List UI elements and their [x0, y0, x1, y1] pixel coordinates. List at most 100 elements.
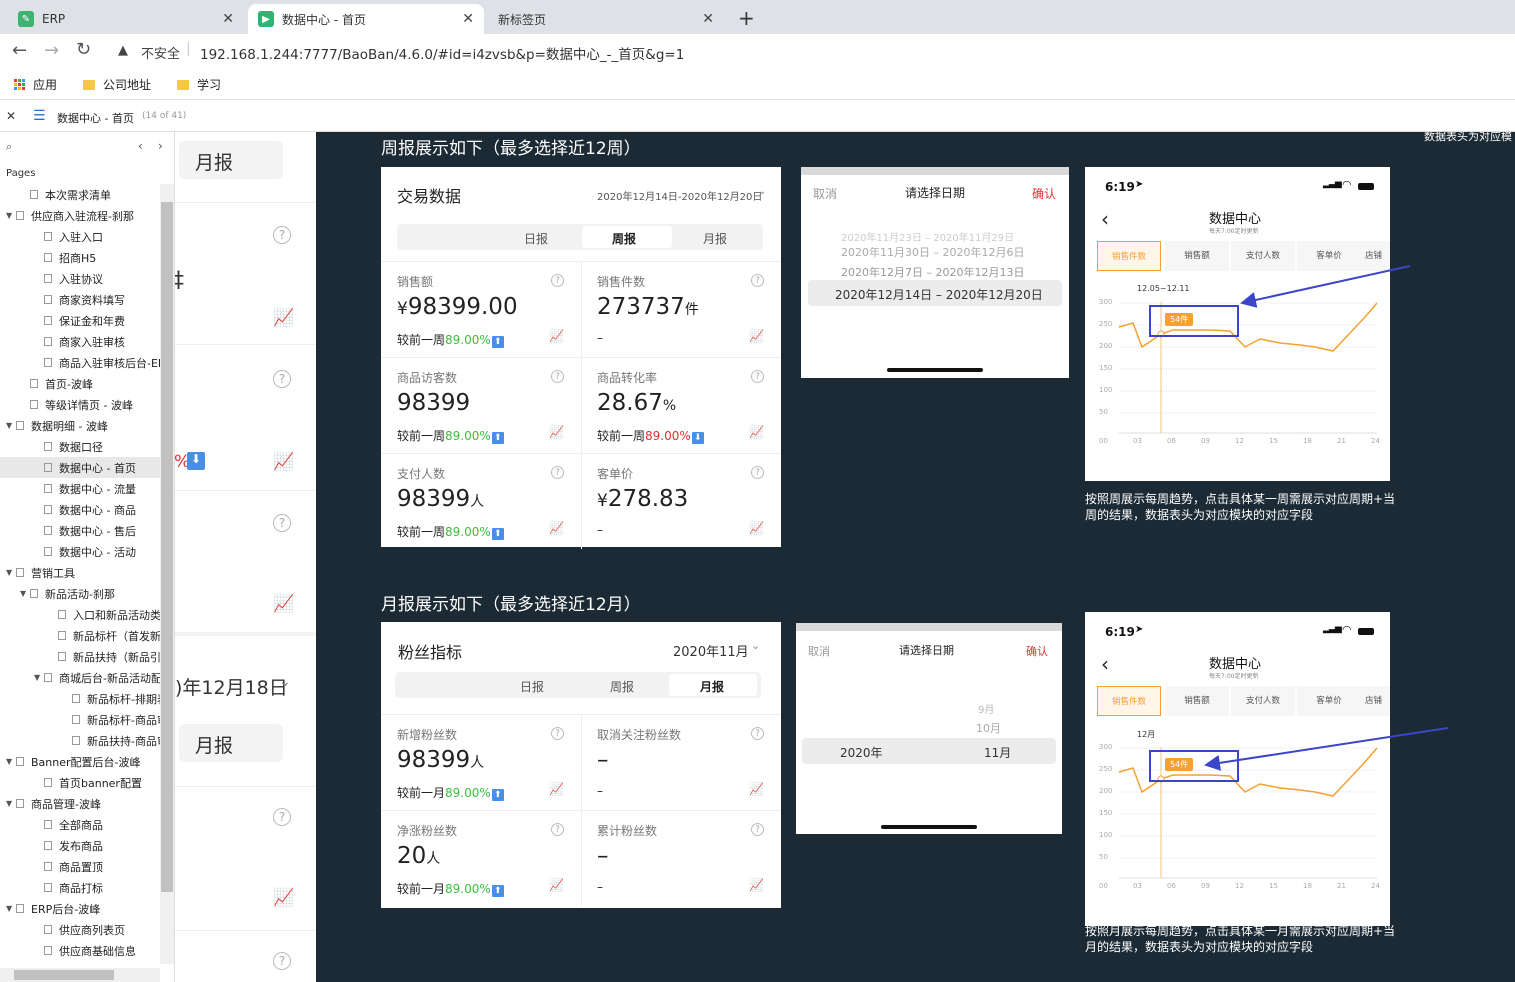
warning-icon[interactable]: ▲: [118, 43, 128, 58]
sidebar-page-item[interactable]: 数据中心 - 活动: [0, 541, 160, 562]
sidebar-scrollbar-thumb[interactable]: [161, 202, 173, 892]
month-report-button[interactable]: 月报: [179, 724, 283, 762]
sidebar-page-item[interactable]: 新品标杆-排期表: [0, 688, 160, 709]
page-label: 新品标杆（首发新品: [73, 629, 160, 643]
forward-arrow-icon[interactable]: →: [44, 40, 59, 61]
sidebar-page-item[interactable]: 发布商品: [0, 835, 160, 856]
sidebar-page-item[interactable]: 新品扶持-商品审核: [0, 730, 160, 751]
sidebar-page-item[interactable]: 首页-波峰: [0, 373, 160, 394]
sidebar-page-item[interactable]: 新品标杆-商品审核: [0, 709, 160, 730]
sidebar-page-item[interactable]: 供应商基础信息: [0, 940, 160, 961]
page-icon: [44, 673, 52, 682]
close-sidebar-icon[interactable]: ✕: [6, 109, 16, 123]
sidebar-scrollbar-track[interactable]: [160, 184, 174, 964]
search-icon[interactable]: ⌕: [6, 140, 12, 154]
expand-caret-icon[interactable]: ▼: [6, 904, 16, 913]
close-tab-icon[interactable]: ✕: [702, 11, 714, 27]
folder-icon: [177, 79, 190, 90]
browser-tab-new[interactable]: 新标签页 ✕: [488, 4, 724, 34]
sidebar-page-item[interactable]: 首页banner配置: [0, 772, 160, 793]
page-icon: [44, 232, 52, 241]
expand-caret-icon[interactable]: ▼: [6, 211, 16, 220]
menu-icon[interactable]: ☰: [33, 108, 46, 124]
sidebar-page-item[interactable]: 保证金和年费: [0, 310, 160, 331]
sidebar-page-item[interactable]: 等级详情页 - 波峰: [0, 394, 160, 415]
help-icon[interactable]: ?: [273, 952, 291, 970]
sidebar-page-item[interactable]: 招商H5: [0, 247, 160, 268]
chevron-down-icon[interactable]: ⌄: [279, 674, 291, 690]
bookmark-apps[interactable]: 应用: [14, 76, 57, 93]
expand-caret-icon[interactable]: ▼: [6, 757, 16, 766]
new-tab-plus-icon[interactable]: +: [738, 6, 755, 30]
browser-tab-data-center[interactable]: ▶ 数据中心 - 首页 ✕: [248, 4, 484, 34]
date-selector[interactable]: )年12月18日: [175, 673, 288, 700]
expand-caret-icon[interactable]: ▼: [6, 568, 16, 577]
month-report-button[interactable]: 月报: [179, 141, 283, 179]
help-icon[interactable]: ?: [273, 514, 291, 532]
reload-icon[interactable]: ↻: [76, 39, 91, 60]
page-icon: [16, 211, 24, 220]
text-fragment: ‡: [175, 268, 184, 293]
trend-chart-icon[interactable]: 📈: [273, 888, 294, 908]
sidebar-page-item[interactable]: 商家入驻审核: [0, 331, 160, 352]
sidebar-page-item[interactable]: 全部商品: [0, 814, 160, 835]
sidebar-page-item[interactable]: 商品入驻审核后台-ERP: [0, 352, 160, 373]
sidebar-page-item[interactable]: 入驻协议: [0, 268, 160, 289]
sidebar-page-item[interactable]: 入驻入口: [0, 226, 160, 247]
sidebar-page-item[interactable]: ▼ 商城后台-新品活动配: [0, 667, 160, 688]
page-preview-strip: 月报 ? ‡ 📈 ? % ⬇ 📈 ? 📈 )年12月18日 ⌄ 月报 ? 📈 ?: [175, 132, 316, 982]
sidebar-page-item[interactable]: ▼ 新品活动-刹那: [0, 583, 160, 604]
page-label: 营销工具: [31, 566, 75, 580]
browser-tab-bar: ✎ ERP ✕ ▶ 数据中心 - 首页 ✕ 新标签页 ✕ +: [0, 0, 1515, 34]
sidebar-page-item[interactable]: 入口和新品活动类型: [0, 604, 160, 625]
back-arrow-icon[interactable]: ←: [12, 40, 27, 61]
sidebar-hscroll-track[interactable]: [0, 968, 160, 982]
sidebar-page-item[interactable]: 数据中心 - 商品: [0, 499, 160, 520]
sidebar-page-item[interactable]: 数据中心 - 售后: [0, 520, 160, 541]
sidebar-page-item[interactable]: ▼ 营销工具: [0, 562, 160, 583]
trend-chart-icon[interactable]: 📈: [273, 308, 294, 328]
sidebar-page-item[interactable]: 数据中心 - 首页: [0, 457, 160, 478]
sidebar-page-item[interactable]: 新品标杆（首发新品: [0, 625, 160, 646]
sidebar-page-item[interactable]: 本次需求清单: [0, 184, 160, 205]
trend-chart-icon[interactable]: 📈: [273, 594, 294, 614]
sidebar-page-item[interactable]: ▼ ERP后台-波峰: [0, 898, 160, 919]
expand-caret-icon[interactable]: ▼: [6, 799, 16, 808]
bookmark-label: 应用: [33, 78, 58, 92]
sidebar-page-item[interactable]: ▼ 供应商入驻流程-刹那: [0, 205, 160, 226]
sidebar-page-item[interactable]: 商品置顶: [0, 856, 160, 877]
help-icon[interactable]: ?: [273, 808, 291, 826]
expand-caret-icon[interactable]: ▼: [20, 589, 30, 598]
page-icon: [72, 736, 80, 745]
sidebar-page-item[interactable]: 数据口径: [0, 436, 160, 457]
sidebar-page-item[interactable]: ▼ 商品管理-波峰: [0, 793, 160, 814]
sidebar-page-item[interactable]: ▼ 数据明细 - 波峰: [0, 415, 160, 436]
bookmark-study[interactable]: 学习: [165, 76, 221, 93]
help-icon[interactable]: ?: [273, 226, 291, 244]
chevron-left-icon[interactable]: ‹: [138, 139, 143, 153]
sidebar-page-item[interactable]: 新品扶持（新品引流: [0, 646, 160, 667]
chevron-right-icon[interactable]: ›: [158, 139, 163, 153]
page-icon: [30, 190, 38, 199]
browser-tab-erp[interactable]: ✎ ERP ✕: [8, 4, 244, 34]
url-input[interactable]: 192.168.1.244:7777/BaoBan/4.6.0/#id=i4zv…: [200, 43, 684, 63]
annotation-layer: [1204, 265, 1449, 771]
sidebar-page-item[interactable]: 供应商列表页: [0, 919, 160, 940]
bookmark-company[interactable]: 公司地址: [71, 76, 151, 93]
sidebar-page-item[interactable]: ▼ Banner配置后台-波峰: [0, 751, 160, 772]
sidebar-page-item[interactable]: 数据中心 - 流量: [0, 478, 160, 499]
close-tab-icon[interactable]: ✕: [222, 11, 234, 27]
close-tab-icon[interactable]: ✕: [462, 11, 474, 27]
page-icon: [30, 379, 38, 388]
help-icon[interactable]: ?: [273, 370, 291, 388]
sidebar-page-item[interactable]: 商家资料填写: [0, 289, 160, 310]
expand-caret-icon[interactable]: ▼: [34, 673, 44, 682]
trend-chart-icon[interactable]: 📈: [273, 452, 294, 472]
sidebar-hscroll-thumb[interactable]: [14, 970, 114, 980]
page-label: 商家资料填写: [59, 293, 125, 307]
page-icon: [44, 484, 52, 493]
sidebar-page-item[interactable]: 商品打标: [0, 877, 160, 898]
expand-caret-icon[interactable]: ▼: [6, 421, 16, 430]
page-icon: [58, 631, 66, 640]
bookmark-label: 学习: [197, 78, 222, 92]
